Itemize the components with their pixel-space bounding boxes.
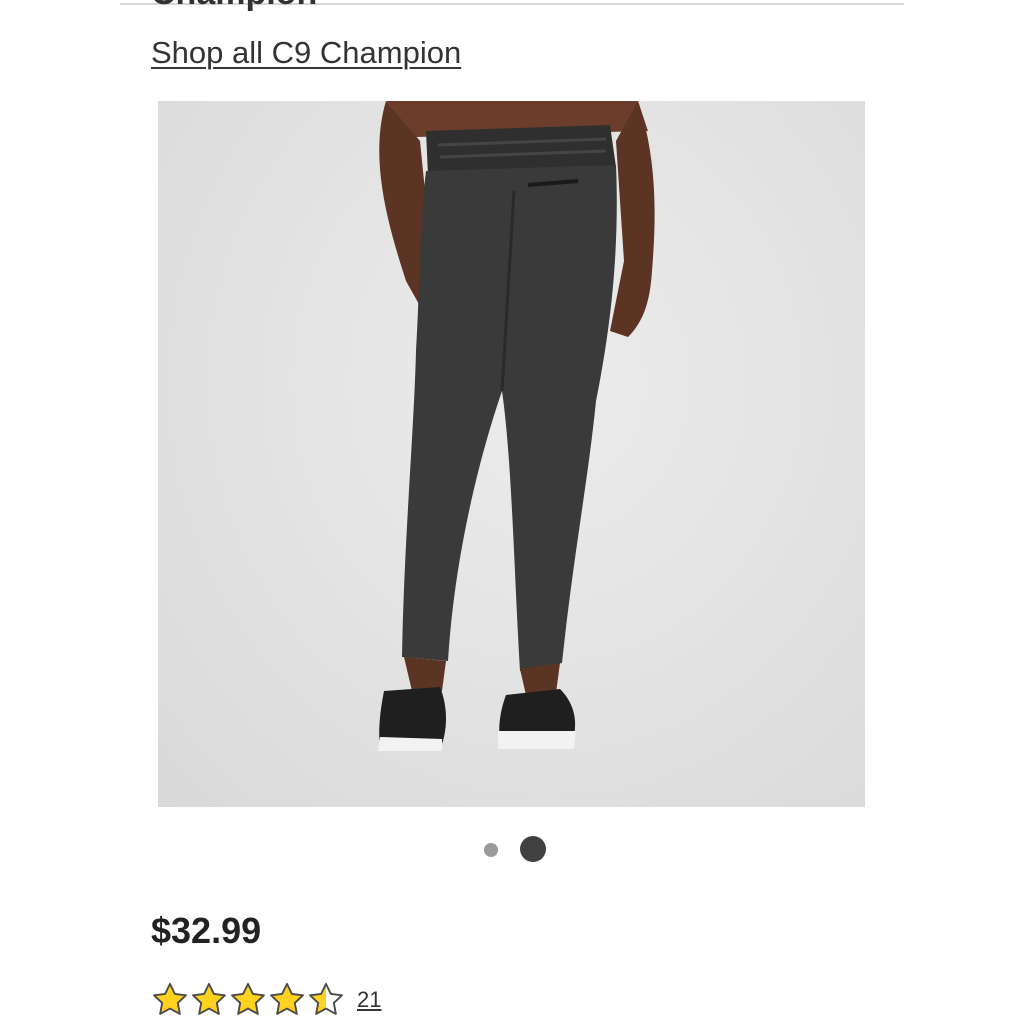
half-star-icon <box>307 982 345 1018</box>
product-page: Champion Shop all C9 Champion <box>0 0 1024 1024</box>
star-icon <box>268 982 306 1018</box>
product-rating[interactable]: 21 <box>151 980 381 1020</box>
carousel-dot-1[interactable] <box>484 843 498 857</box>
carousel-dot-2-active[interactable] <box>520 836 546 862</box>
star-icon <box>229 982 267 1018</box>
star-icon <box>151 982 189 1018</box>
product-price: $32.99 <box>151 910 262 951</box>
star-icon <box>190 982 228 1018</box>
image-carousel-indicator <box>484 836 548 862</box>
shop-all-brand-link[interactable]: Shop all C9 Champion <box>151 34 461 72</box>
review-count-link[interactable]: 21 <box>357 987 381 1013</box>
product-image[interactable] <box>158 101 865 807</box>
product-photo-pants <box>378 101 655 751</box>
rating-stars <box>151 982 345 1018</box>
brand-title: Champion <box>151 0 317 12</box>
